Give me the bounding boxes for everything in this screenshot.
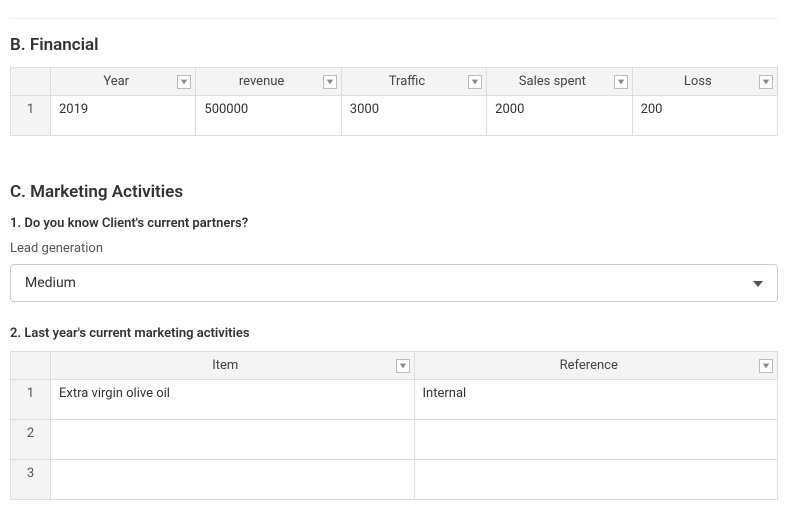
cell-sales-spent[interactable]: 2000 bbox=[487, 96, 632, 136]
col-label: Sales spent bbox=[519, 74, 586, 89]
cell-item[interactable] bbox=[51, 460, 415, 500]
cell-item[interactable] bbox=[51, 420, 415, 460]
filter-icon[interactable] bbox=[396, 359, 410, 373]
rownum-cell: 1 bbox=[11, 380, 51, 420]
rownum-cell: 3 bbox=[11, 460, 51, 500]
financial-col-loss: Loss bbox=[632, 68, 777, 96]
cell-item[interactable]: Extra virgin olive oil bbox=[51, 380, 415, 420]
section-b-title: B. Financial bbox=[10, 35, 778, 55]
section-c-title: C. Marketing Activities bbox=[10, 182, 778, 202]
question-2: 2. Last year's current marketing activit… bbox=[10, 326, 778, 341]
cell-reference[interactable] bbox=[414, 460, 778, 500]
filter-icon[interactable] bbox=[759, 359, 773, 373]
col-label: revenue bbox=[239, 74, 284, 89]
table-row: 3 bbox=[11, 460, 778, 500]
rownum-cell: 2 bbox=[11, 420, 51, 460]
lead-generation-dropdown[interactable]: Medium bbox=[10, 264, 778, 302]
filter-icon[interactable] bbox=[468, 75, 482, 89]
activities-col-item: Item bbox=[51, 352, 415, 380]
activities-rownum-header bbox=[11, 352, 51, 380]
col-label: Loss bbox=[684, 74, 712, 89]
table-row: 1 Extra virgin olive oil Internal bbox=[11, 380, 778, 420]
marketing-activities-table: Item Reference 1 Extra virgin olive oil … bbox=[10, 351, 778, 500]
col-label: Year bbox=[103, 74, 129, 89]
table-row: 1 2019 500000 3000 2000 200 bbox=[11, 96, 778, 136]
table-row: 2 bbox=[11, 420, 778, 460]
financial-rownum-header bbox=[11, 68, 51, 96]
cell-year[interactable]: 2019 bbox=[51, 96, 196, 136]
financial-col-revenue: revenue bbox=[196, 68, 341, 96]
lead-generation-label: Lead generation bbox=[10, 241, 778, 256]
rownum-cell: 1 bbox=[11, 96, 51, 136]
filter-icon[interactable] bbox=[614, 75, 628, 89]
cell-reference[interactable]: Internal bbox=[414, 380, 778, 420]
col-label: Item bbox=[212, 358, 238, 373]
top-divider bbox=[10, 18, 778, 19]
col-label: Traffic bbox=[389, 74, 425, 89]
financial-col-traffic: Traffic bbox=[341, 68, 486, 96]
chevron-down-icon bbox=[753, 275, 763, 291]
question-1: 1. Do you know Client's current partners… bbox=[10, 216, 778, 231]
filter-icon[interactable] bbox=[323, 75, 337, 89]
cell-loss[interactable]: 200 bbox=[632, 96, 777, 136]
cell-traffic[interactable]: 3000 bbox=[341, 96, 486, 136]
activities-col-reference: Reference bbox=[414, 352, 778, 380]
filter-icon[interactable] bbox=[759, 75, 773, 89]
dropdown-value: Medium bbox=[25, 275, 76, 291]
cell-revenue[interactable]: 500000 bbox=[196, 96, 341, 136]
cell-reference[interactable] bbox=[414, 420, 778, 460]
financial-col-year: Year bbox=[51, 68, 196, 96]
financial-table: Year revenue Traffic Sales spent Loss bbox=[10, 67, 778, 136]
col-label: Reference bbox=[560, 358, 618, 373]
filter-icon[interactable] bbox=[177, 75, 191, 89]
financial-col-sales-spent: Sales spent bbox=[487, 68, 632, 96]
